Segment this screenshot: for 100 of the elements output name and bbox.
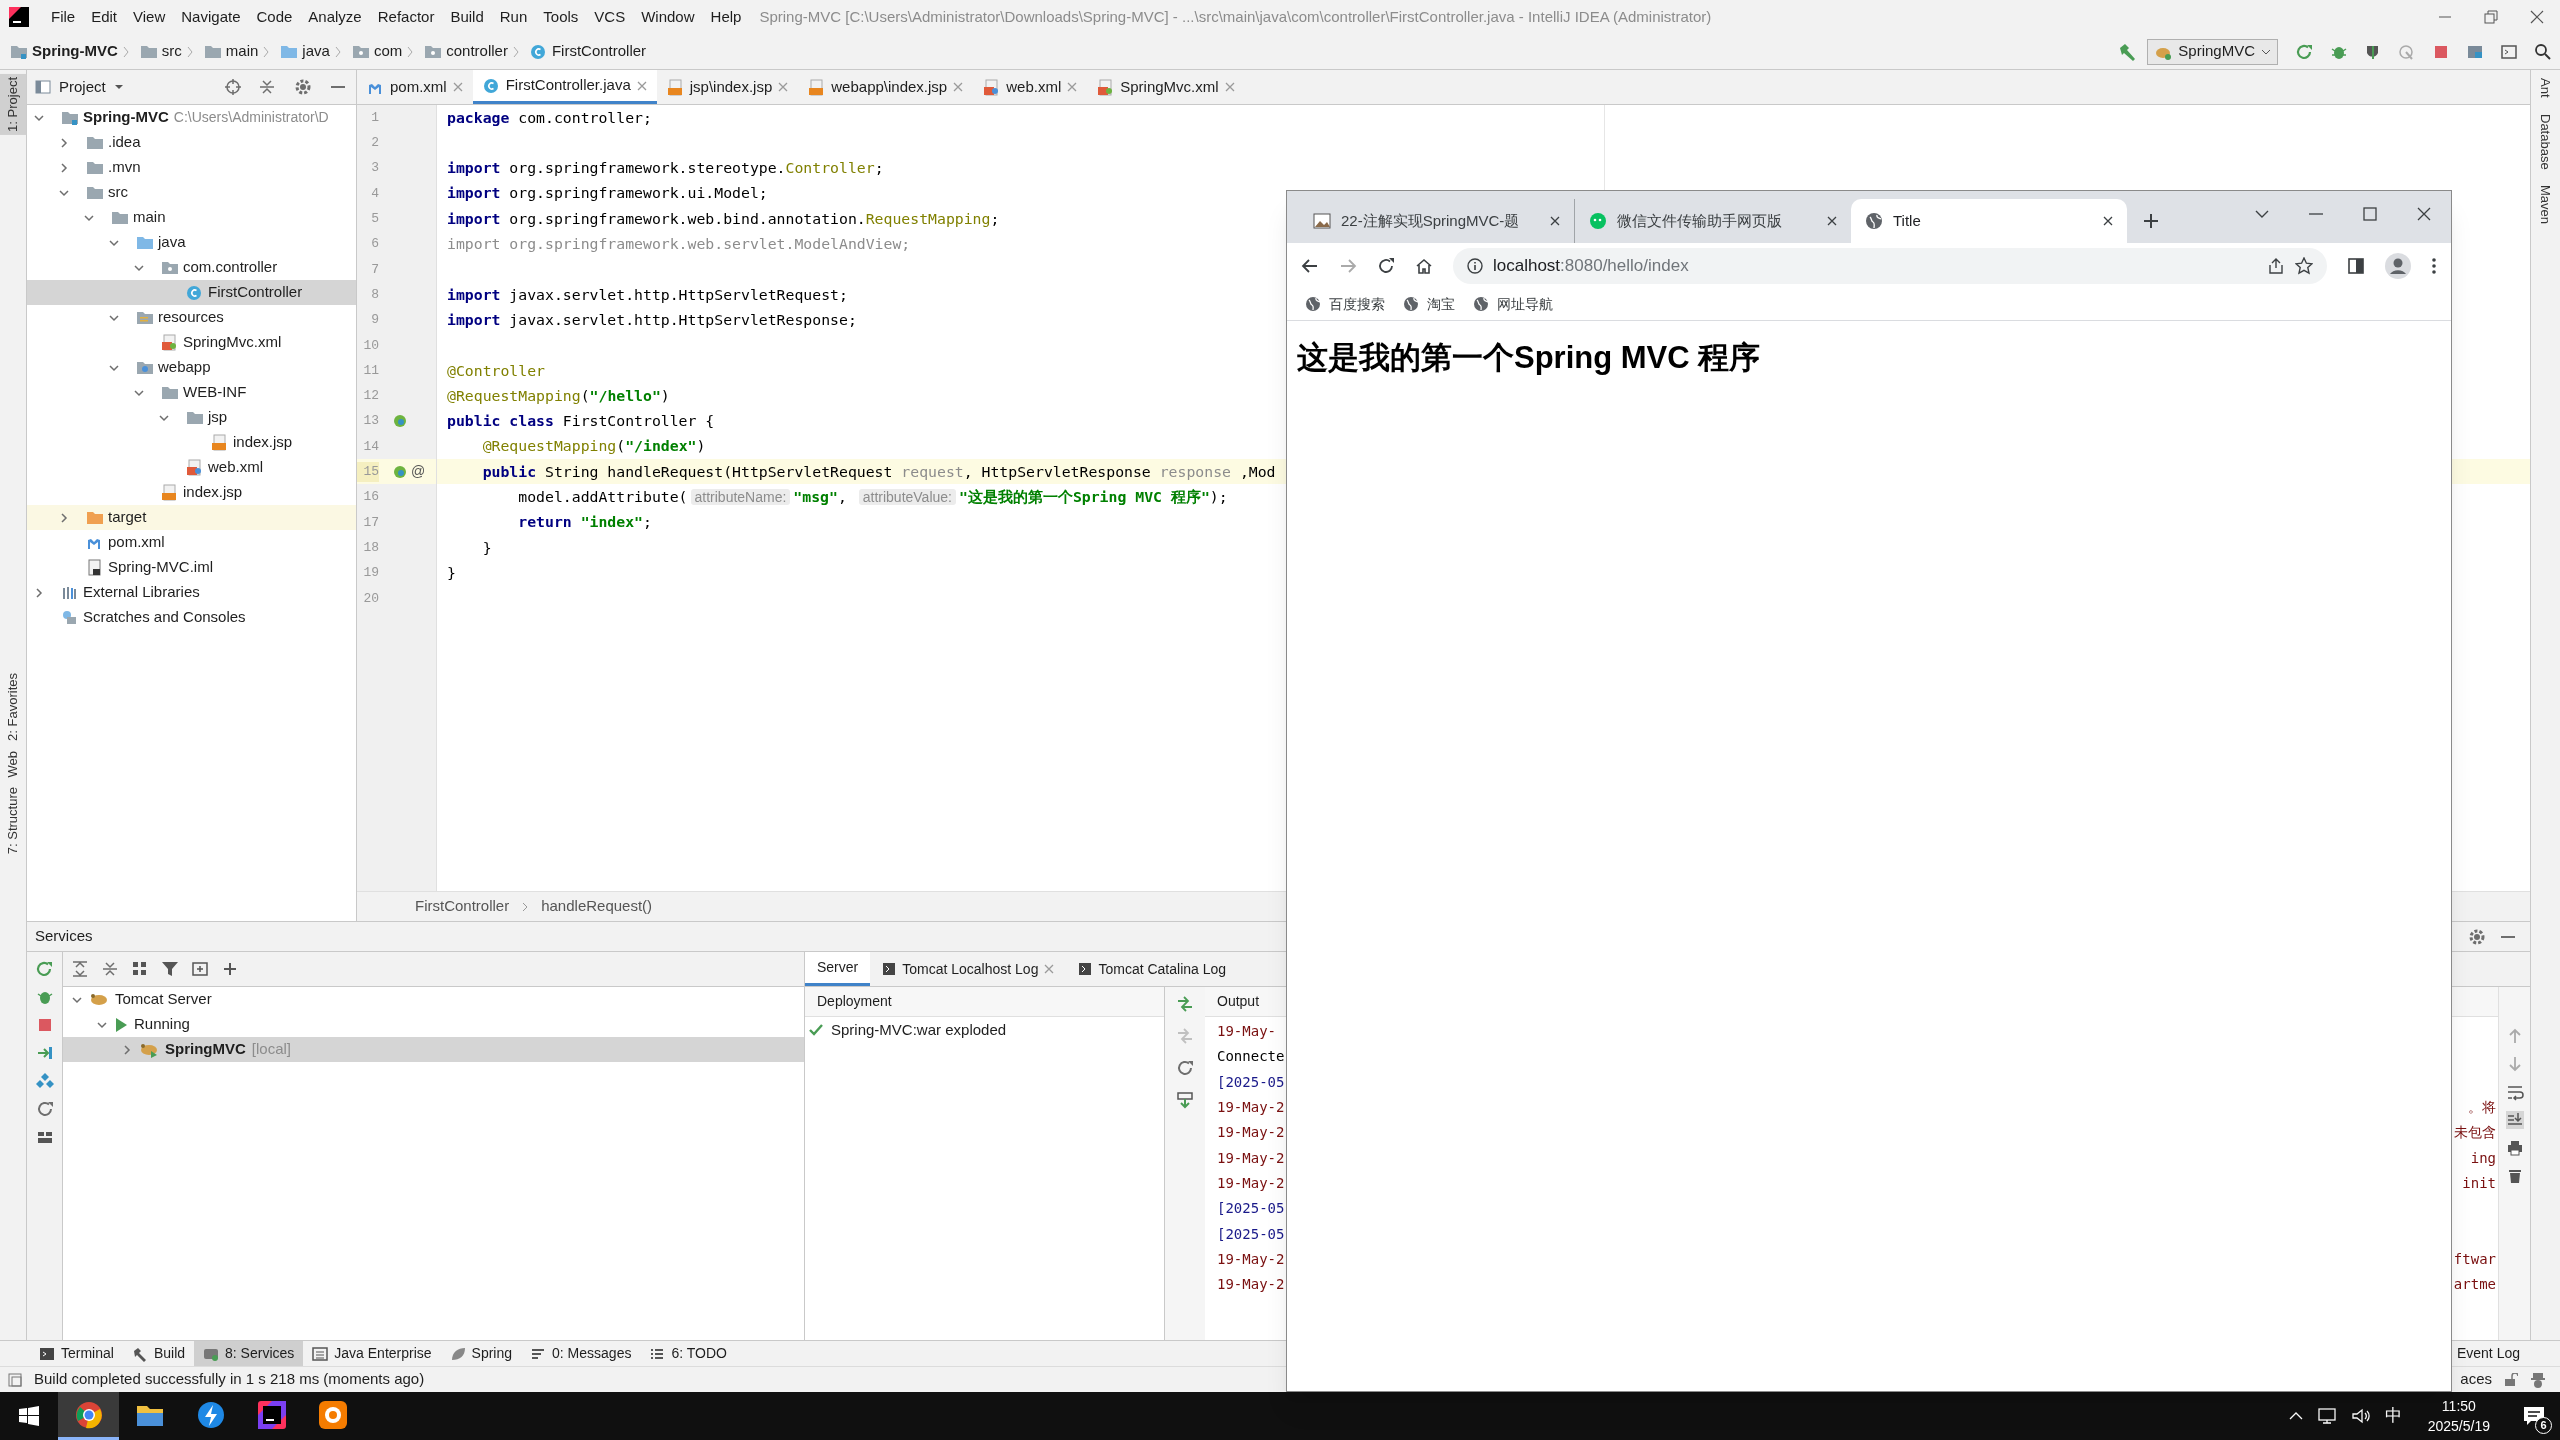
tree-item[interactable]: SpringMvc.xml — [27, 330, 356, 355]
editor-tab[interactable]: pom.xml — [357, 70, 473, 104]
download-icon[interactable] — [1176, 1091, 1194, 1109]
tool-window-tab[interactable]: Java Enterprise — [303, 1340, 441, 1367]
menu-item[interactable]: Tools — [535, 5, 587, 29]
browser-tab[interactable]: 22-注解实现SpringMVC-题 — [1299, 199, 1575, 243]
deploy-icon[interactable] — [35, 1044, 54, 1062]
bookmark[interactable]: 网址导航 — [1473, 293, 1553, 315]
tool-window-tab[interactable]: Event Log — [2456, 1343, 2520, 1364]
print-icon[interactable] — [2505, 1139, 2524, 1157]
tree-item[interactable]: External Libraries — [27, 580, 356, 605]
tool-window-button[interactable]: Web — [0, 750, 27, 778]
tool-window-button[interactable]: Database — [2531, 113, 2560, 170]
close-icon[interactable] — [2528, 9, 2546, 25]
tree-item[interactable]: index.jsp — [27, 480, 356, 505]
close-icon[interactable] — [1827, 216, 1837, 226]
tree-item[interactable]: FirstController — [27, 280, 356, 305]
clock-time[interactable]: 11:50 — [2441, 1396, 2476, 1416]
breadcrumb-item[interactable]: Spring-MVC — [32, 40, 118, 63]
bookmark[interactable]: 淘宝 — [1403, 293, 1455, 315]
settings-icon[interactable] — [294, 78, 312, 96]
home-icon[interactable] — [1415, 256, 1433, 275]
panel-tab[interactable]: Server — [805, 952, 871, 986]
tree-item[interactable]: Spring-MVC C:\Users\Administrator\D — [27, 105, 356, 130]
collapse-all-icon[interactable] — [258, 78, 276, 96]
more-icon[interactable] — [2431, 256, 2437, 275]
editor-tab[interactable]: SpringMvc.xml — [1087, 70, 1245, 104]
address-bar[interactable]: localhost:8080/hello/index — [1453, 247, 2327, 284]
panel-tab[interactable]: Tomcat Localhost Log — [870, 952, 1067, 986]
gutter-marker[interactable]: @ — [411, 461, 426, 483]
tree-item[interactable]: Spring-MVC.iml — [27, 555, 356, 580]
chevron-up-icon[interactable] — [2288, 1411, 2303, 1421]
tree-item[interactable]: index.jsp — [27, 430, 356, 455]
breadcrumb-item[interactable]: com — [373, 40, 403, 63]
tree-item[interactable]: Tomcat Server — [63, 987, 804, 1012]
browser-tab[interactable]: Title — [1851, 199, 2127, 243]
clock-date[interactable]: 2025/5/19 — [2427, 1416, 2490, 1436]
breadcrumb-item[interactable]: handleRequest() — [541, 895, 653, 918]
caret-icon[interactable] — [113, 83, 124, 91]
bean-icon[interactable] — [393, 414, 407, 429]
search-icon[interactable] — [2534, 42, 2552, 61]
tool-window-tab[interactable]: Spring — [440, 1340, 522, 1367]
status-item[interactable]: aces — [2460, 1368, 2492, 1391]
taskbar-app[interactable] — [58, 1392, 119, 1440]
settings-icon[interactable] — [2468, 927, 2486, 946]
restore-icon[interactable] — [2482, 9, 2500, 25]
side-panel-icon[interactable] — [2347, 256, 2365, 275]
tree-item[interactable]: src — [27, 180, 356, 205]
tree-item[interactable]: target — [27, 505, 356, 530]
tree-item[interactable]: Scratches and Consoles — [27, 605, 356, 630]
tree-item[interactable]: java — [27, 230, 356, 255]
tool-window-button[interactable]: Ant — [2531, 78, 2560, 98]
menu-item[interactable]: Analyze — [300, 5, 370, 29]
collapse-all-icon[interactable] — [101, 960, 119, 978]
tool-window-tab[interactable]: 6: TODO — [640, 1340, 736, 1367]
breadcrumb-item[interactable]: controller — [446, 40, 508, 63]
rerun-icon[interactable] — [2296, 42, 2314, 61]
tool-window-icon[interactable] — [2500, 42, 2518, 61]
network-icon[interactable] — [2316, 1407, 2337, 1425]
tool-window-tab[interactable]: Build — [122, 1340, 195, 1367]
group-icon[interactable] — [131, 960, 149, 978]
tree-item[interactable]: jsp — [27, 405, 356, 430]
tool-window-button[interactable]: 1: Project — [0, 74, 27, 135]
tree-item[interactable]: .mvn — [27, 155, 356, 180]
breadcrumb-item[interactable]: main — [225, 40, 259, 63]
run-configuration-dropdown[interactable]: SpringMVC — [2147, 38, 2278, 65]
refresh-icon[interactable] — [35, 1100, 54, 1118]
add-icon[interactable] — [221, 960, 239, 978]
inspector-icon[interactable] — [2530, 1371, 2546, 1388]
new-tab-icon[interactable] — [191, 960, 209, 978]
tree-item[interactable]: com.controller — [27, 255, 356, 280]
rerun-icon[interactable] — [35, 960, 54, 978]
close-icon[interactable] — [1550, 216, 1560, 226]
tool-window-tab[interactable]: 8: Services — [194, 1340, 304, 1367]
breadcrumb-item[interactable]: src — [161, 40, 182, 63]
breadcrumb-item[interactable]: java — [302, 40, 330, 63]
close-icon[interactable] — [2415, 205, 2433, 223]
locate-icon[interactable] — [224, 78, 242, 96]
menu-item[interactable]: Build — [442, 5, 492, 29]
breadcrumb-item[interactable]: FirstController — [415, 895, 510, 918]
tree-item[interactable]: .idea — [27, 130, 356, 155]
menu-item[interactable]: Navigate — [173, 5, 249, 29]
bookmark-star-icon[interactable] — [2295, 256, 2313, 275]
bean-icon[interactable] — [393, 464, 407, 479]
editor-tab[interactable]: FirstController.java — [472, 70, 657, 104]
back-icon[interactable] — [1301, 256, 1319, 275]
tree-item[interactable]: main — [27, 205, 356, 230]
tree-item[interactable]: webapp — [27, 355, 356, 380]
editor-tab[interactable]: web.xml — [973, 70, 1088, 104]
tree-item[interactable]: web.xml — [27, 455, 356, 480]
lock-icon[interactable] — [2504, 1372, 2518, 1387]
tree-item[interactable]: resources — [27, 305, 356, 330]
menu-item[interactable]: Edit — [83, 5, 126, 29]
browser-tab[interactable]: 微信文件传输助手网页版 — [1575, 199, 1851, 243]
tree-item[interactable]: pom.xml — [27, 530, 356, 555]
panel-tab[interactable]: Tomcat Catalina Log — [1066, 952, 1239, 986]
tool-window-button[interactable]: 7: Structure — [0, 787, 27, 855]
share-icon[interactable] — [2267, 256, 2285, 275]
new-tab-icon[interactable] — [2143, 213, 2159, 229]
tree-item[interactable]: Running — [63, 1012, 804, 1037]
